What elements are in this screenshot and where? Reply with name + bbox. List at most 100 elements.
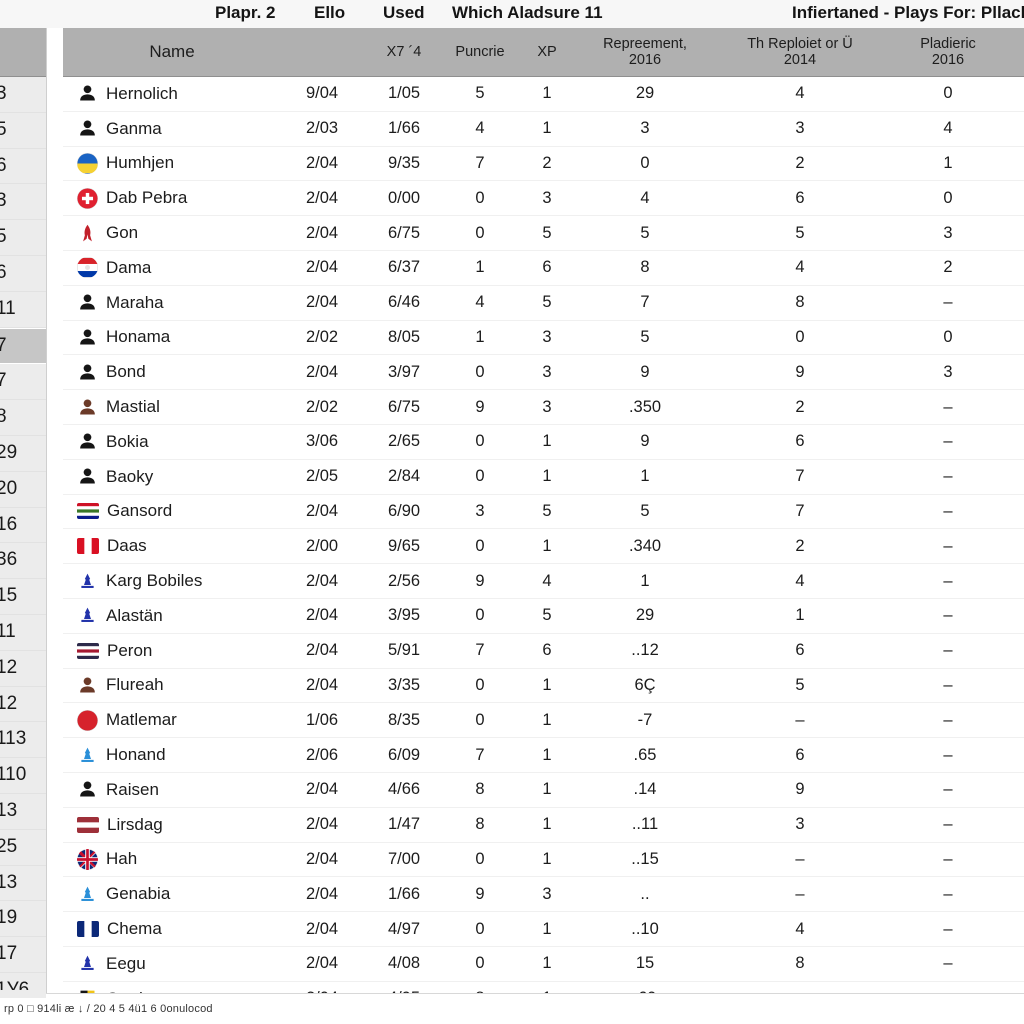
cell-c4[interactable]: 6 — [515, 258, 579, 277]
cell-c4[interactable]: 5 — [515, 224, 579, 243]
cell-c3[interactable]: 7 — [445, 746, 515, 765]
cell-c4[interactable]: 1 — [515, 84, 579, 103]
table-row[interactable]: Genabia2/041/6693..––8 — [63, 877, 1024, 913]
cell-c7[interactable]: 2 — [889, 258, 1007, 277]
cell-c3[interactable]: 0 — [445, 606, 515, 625]
table-row[interactable]: Dama 2/046/37168423 — [63, 251, 1024, 286]
rail-row-index[interactable]: 6 — [0, 148, 46, 185]
cell-c8[interactable]: 2 — [1007, 815, 1024, 834]
cell-c4[interactable]: 1 — [515, 119, 579, 138]
rail-row-index[interactable]: 8 — [0, 400, 46, 436]
cell-name[interactable]: Humhjen — [63, 152, 281, 174]
cell-name[interactable]: Mastial — [63, 397, 281, 418]
cell-c4[interactable]: 1 — [515, 711, 579, 730]
cell-c3[interactable]: 0 — [445, 676, 515, 695]
table-row[interactable]: Hernolich 9/041/055129407 — [63, 77, 1024, 112]
rail-row-index[interactable]: 11 — [0, 291, 46, 328]
cell-c8[interactable]: 7 — [1007, 84, 1024, 103]
cell-c6[interactable]: 6 — [711, 641, 889, 660]
cell-c1[interactable]: 2/04 — [281, 850, 363, 869]
table-row[interactable]: Raisen2/044/6681.149–1 — [63, 773, 1024, 808]
cell-c3[interactable]: 9 — [445, 885, 515, 904]
table-row[interactable]: Bokia 3/062/650196–3 — [63, 425, 1024, 460]
cell-c4[interactable]: 5 — [515, 502, 579, 521]
cell-c8[interactable]: 1 — [1007, 780, 1024, 799]
cell-c6[interactable]: 6 — [711, 189, 889, 208]
table-row[interactable]: Mastial2/026/7593.3502–2 — [63, 390, 1024, 425]
cell-c2[interactable]: 1/66 — [363, 119, 445, 138]
cell-c1[interactable]: 2/04 — [281, 606, 363, 625]
cell-c8[interactable]: 2 — [1007, 502, 1024, 521]
cell-name[interactable]: Bokia — [63, 431, 281, 452]
cell-c1[interactable]: 2/04 — [281, 189, 363, 208]
cell-c3[interactable]: 0 — [445, 363, 515, 382]
cell-c5[interactable]: ..11 — [579, 815, 711, 834]
cell-c1[interactable]: 2/04 — [281, 815, 363, 834]
cell-c3[interactable]: 0 — [445, 432, 515, 451]
rail-row-index[interactable]: 13 — [0, 865, 46, 902]
cell-c7[interactable]: – — [889, 398, 1007, 417]
cell-name[interactable]: Ganma — [63, 118, 281, 139]
cell-c6[interactable]: – — [711, 850, 889, 869]
cell-c4[interactable]: 5 — [515, 606, 579, 625]
cell-c6[interactable]: 8 — [711, 293, 889, 312]
cell-c4[interactable]: 3 — [515, 363, 579, 382]
cell-c5[interactable]: .340 — [579, 537, 711, 556]
cell-name[interactable]: Peron — [63, 641, 281, 661]
cell-c4[interactable]: 1 — [515, 676, 579, 695]
cell-c8[interactable]: 2 — [1007, 154, 1024, 173]
rail-row-index[interactable]: 29 — [0, 435, 46, 472]
cell-c3[interactable]: 0 — [445, 850, 515, 869]
cell-c7[interactable]: – — [889, 641, 1007, 660]
column-header-c1[interactable] — [281, 28, 363, 76]
cell-c2[interactable]: 8/05 — [363, 328, 445, 347]
cell-c6[interactable]: 7 — [711, 502, 889, 521]
cell-c3[interactable]: 9 — [445, 398, 515, 417]
cell-c1[interactable]: 2/05 — [281, 467, 363, 486]
cell-c5[interactable]: 0 — [579, 154, 711, 173]
cell-c7[interactable]: 0 — [889, 328, 1007, 347]
cell-c4[interactable]: 3 — [515, 885, 579, 904]
cell-c7[interactable]: – — [889, 850, 1007, 869]
rail-row-index[interactable]: 16 — [0, 507, 46, 544]
cell-c3[interactable]: 4 — [445, 293, 515, 312]
table-row[interactable]: Dab Pebra2/040/00034602 — [63, 181, 1024, 217]
cell-c4[interactable]: 1 — [515, 746, 579, 765]
cell-c3[interactable]: 3 — [445, 502, 515, 521]
cell-c6[interactable]: – — [711, 711, 889, 730]
cell-c3[interactable]: 8 — [445, 780, 515, 799]
cell-c3[interactable]: 0 — [445, 711, 515, 730]
cell-c7[interactable]: – — [889, 606, 1007, 625]
cell-c1[interactable]: 2/04 — [281, 676, 363, 695]
cell-c8[interactable]: 2 — [1007, 467, 1024, 486]
cell-c2[interactable]: 3/97 — [363, 363, 445, 382]
cell-c8[interactable]: 2 — [1007, 537, 1024, 556]
column-header-c5[interactable]: Repreement, 2016 — [579, 28, 711, 76]
cell-c6[interactable]: 7 — [711, 467, 889, 486]
cell-name[interactable]: Honama — [63, 327, 281, 348]
cell-c7[interactable]: – — [889, 954, 1007, 973]
cell-c5[interactable]: 8 — [579, 258, 711, 277]
cell-c3[interactable]: 4 — [445, 119, 515, 138]
cell-c2[interactable]: 0/00 — [363, 189, 445, 208]
cell-c6[interactable]: 2 — [711, 154, 889, 173]
cell-c5[interactable]: 15 — [579, 954, 711, 973]
table-row[interactable]: Eegu 2/044/0801158–3 — [63, 947, 1024, 982]
cell-c4[interactable]: 3 — [515, 189, 579, 208]
cell-c5[interactable]: .. — [579, 885, 711, 904]
cell-c2[interactable]: 4/66 — [363, 780, 445, 799]
cell-c6[interactable]: 9 — [711, 780, 889, 799]
cell-c6[interactable]: 3 — [711, 119, 889, 138]
rail-row-index[interactable]: 11 — [0, 614, 46, 651]
cell-name[interactable]: Raisen — [63, 779, 281, 800]
cell-c4[interactable]: 1 — [515, 920, 579, 939]
cell-c2[interactable]: 6/75 — [363, 398, 445, 417]
rail-row-index[interactable]: 5 — [0, 112, 46, 149]
cell-name[interactable]: Gansord — [63, 501, 281, 521]
cell-c1[interactable]: 2/02 — [281, 328, 363, 347]
cell-c3[interactable]: 8 — [445, 815, 515, 834]
cell-c7[interactable]: – — [889, 920, 1007, 939]
table-row[interactable]: Lirsdag 2/041/4781..113–2 — [63, 808, 1024, 843]
rail-row-index[interactable]: 113 — [0, 722, 46, 759]
cell-c8[interactable]: 15 — [1007, 224, 1024, 243]
